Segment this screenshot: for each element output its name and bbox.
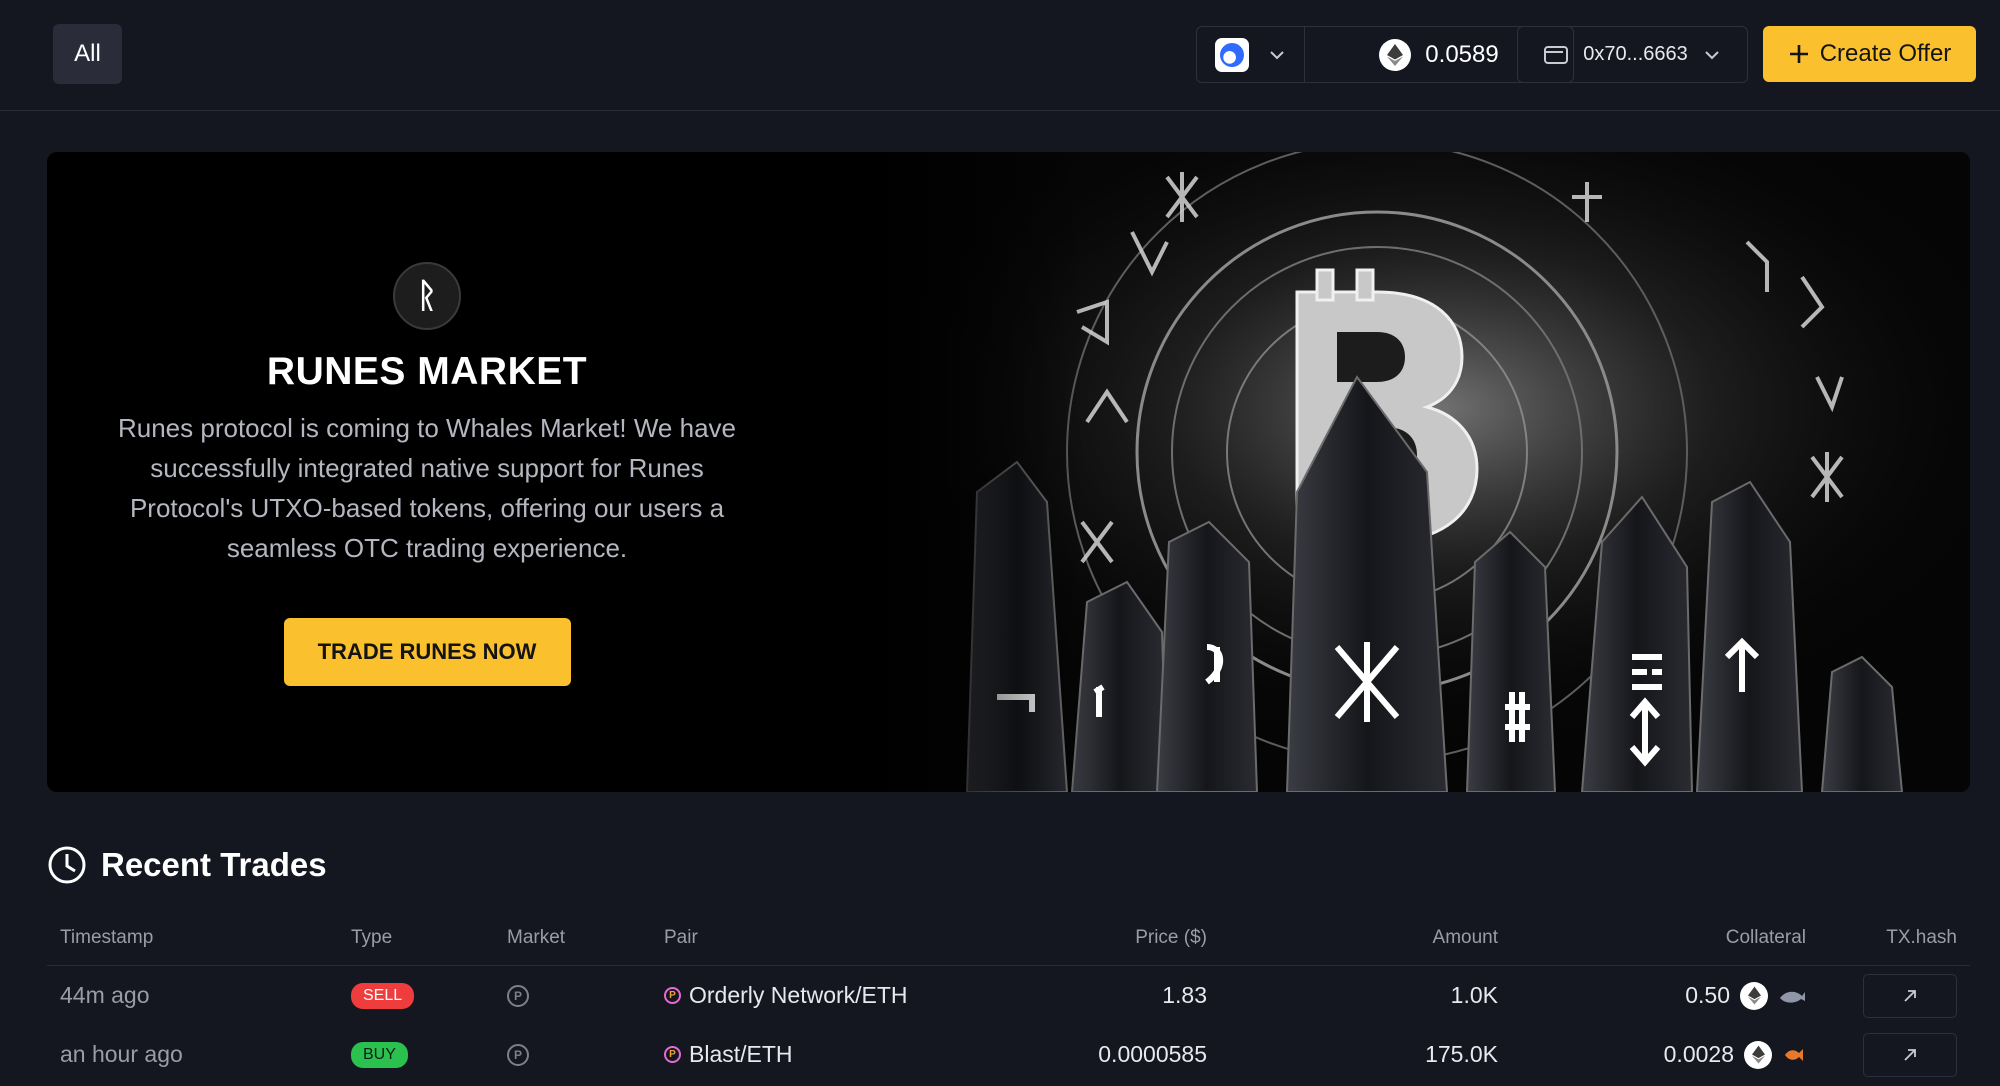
trade-timestamp: an hour ago: [60, 1041, 183, 1067]
col-collateral: Collateral: [1725, 926, 1806, 948]
recent-trades-header: Recent Trades: [47, 845, 327, 885]
recent-trades-table: Timestamp Type Market Pair Price ($) Amo…: [47, 910, 1970, 1084]
runes-logo: ᚱ: [393, 262, 461, 330]
tx-hash-link[interactable]: [1863, 973, 1957, 1018]
wallet-icon: [1544, 45, 1569, 64]
wallet-address: 0x70...6663: [1583, 43, 1688, 65]
trade-price: 0.0000585: [1098, 1041, 1207, 1067]
clock-icon: [48, 846, 86, 884]
balance-value: 0.0589: [1425, 40, 1499, 68]
whale-icon: [1780, 991, 1805, 1003]
trade-pair: Blast/ETH: [689, 1041, 793, 1067]
trade-amount: 175.0K: [1425, 1041, 1498, 1067]
banner-description: Runes protocol is coming to Whales Marke…: [117, 413, 736, 563]
top-bar: All 0.0589 0x70...6663 Create Offer: [0, 0, 2000, 111]
external-link-icon: [1904, 989, 1916, 1002]
points-icon: P: [664, 987, 681, 1004]
points-market-icon: P: [507, 984, 529, 1007]
type-badge-sell: SELL: [351, 982, 415, 1009]
trade-pair: Orderly Network/ETH: [689, 982, 908, 1008]
create-offer-button[interactable]: Create Offer: [1763, 26, 1976, 82]
external-link-icon: [1904, 1048, 1916, 1061]
fish-icon: [1785, 1048, 1803, 1061]
filter-all-button[interactable]: All: [53, 24, 122, 84]
trade-amount: 1.0K: [1450, 982, 1498, 1008]
col-amount: Amount: [1432, 926, 1498, 948]
table-row: 44m ago SELL P P Orderly Network/ETH 1.8…: [47, 966, 1970, 1025]
chevron-down-icon: [1705, 50, 1719, 59]
col-type: Type: [351, 926, 393, 948]
table-header: Timestamp Type Market Pair Price ($) Amo…: [47, 910, 1970, 966]
col-txhash: TX.hash: [1886, 926, 1957, 948]
col-timestamp: Timestamp: [60, 926, 154, 948]
eth-icon: [1744, 1040, 1772, 1069]
chevron-down-icon: [1269, 50, 1284, 59]
network-select[interactable]: [1197, 27, 1305, 82]
trade-collateral: 0.50: [1685, 982, 1730, 1008]
tx-hash-link[interactable]: [1863, 1032, 1957, 1077]
points-icon: P: [664, 1046, 681, 1063]
recent-trades-title: Recent Trades: [101, 846, 327, 883]
banner-copy: ᚱ RUNES MARKET Runes protocol is coming …: [97, 262, 757, 686]
plus-icon: [1789, 45, 1808, 63]
col-price: Price ($): [1135, 926, 1207, 948]
trade-runes-button[interactable]: TRADE RUNES NOW: [283, 618, 571, 686]
chain-icon: [1214, 37, 1249, 72]
banner-title: RUNES MARKET: [266, 350, 588, 393]
eth-icon: [1740, 981, 1768, 1010]
col-market: Market: [507, 926, 566, 948]
runes-bitcoin-artwork: [867, 152, 1970, 792]
trade-collateral: 0.0028: [1663, 1041, 1734, 1067]
trade-timestamp: 44m ago: [60, 982, 150, 1008]
trade-price: 1.83: [1162, 982, 1207, 1008]
type-badge-buy: BUY: [351, 1041, 408, 1068]
eth-icon: [1379, 38, 1412, 71]
points-market-icon: P: [507, 1043, 529, 1066]
table-row: an hour ago BUY P P Blast/ETH 0.0000585 …: [47, 1025, 1970, 1084]
col-pair: Pair: [664, 926, 698, 948]
wallet-dropdown[interactable]: 0x70...6663: [1517, 26, 1748, 83]
runes-market-banner: ᚱ RUNES MARKET Runes protocol is coming …: [47, 152, 1970, 792]
create-offer-label: Create Offer: [1819, 40, 1952, 67]
